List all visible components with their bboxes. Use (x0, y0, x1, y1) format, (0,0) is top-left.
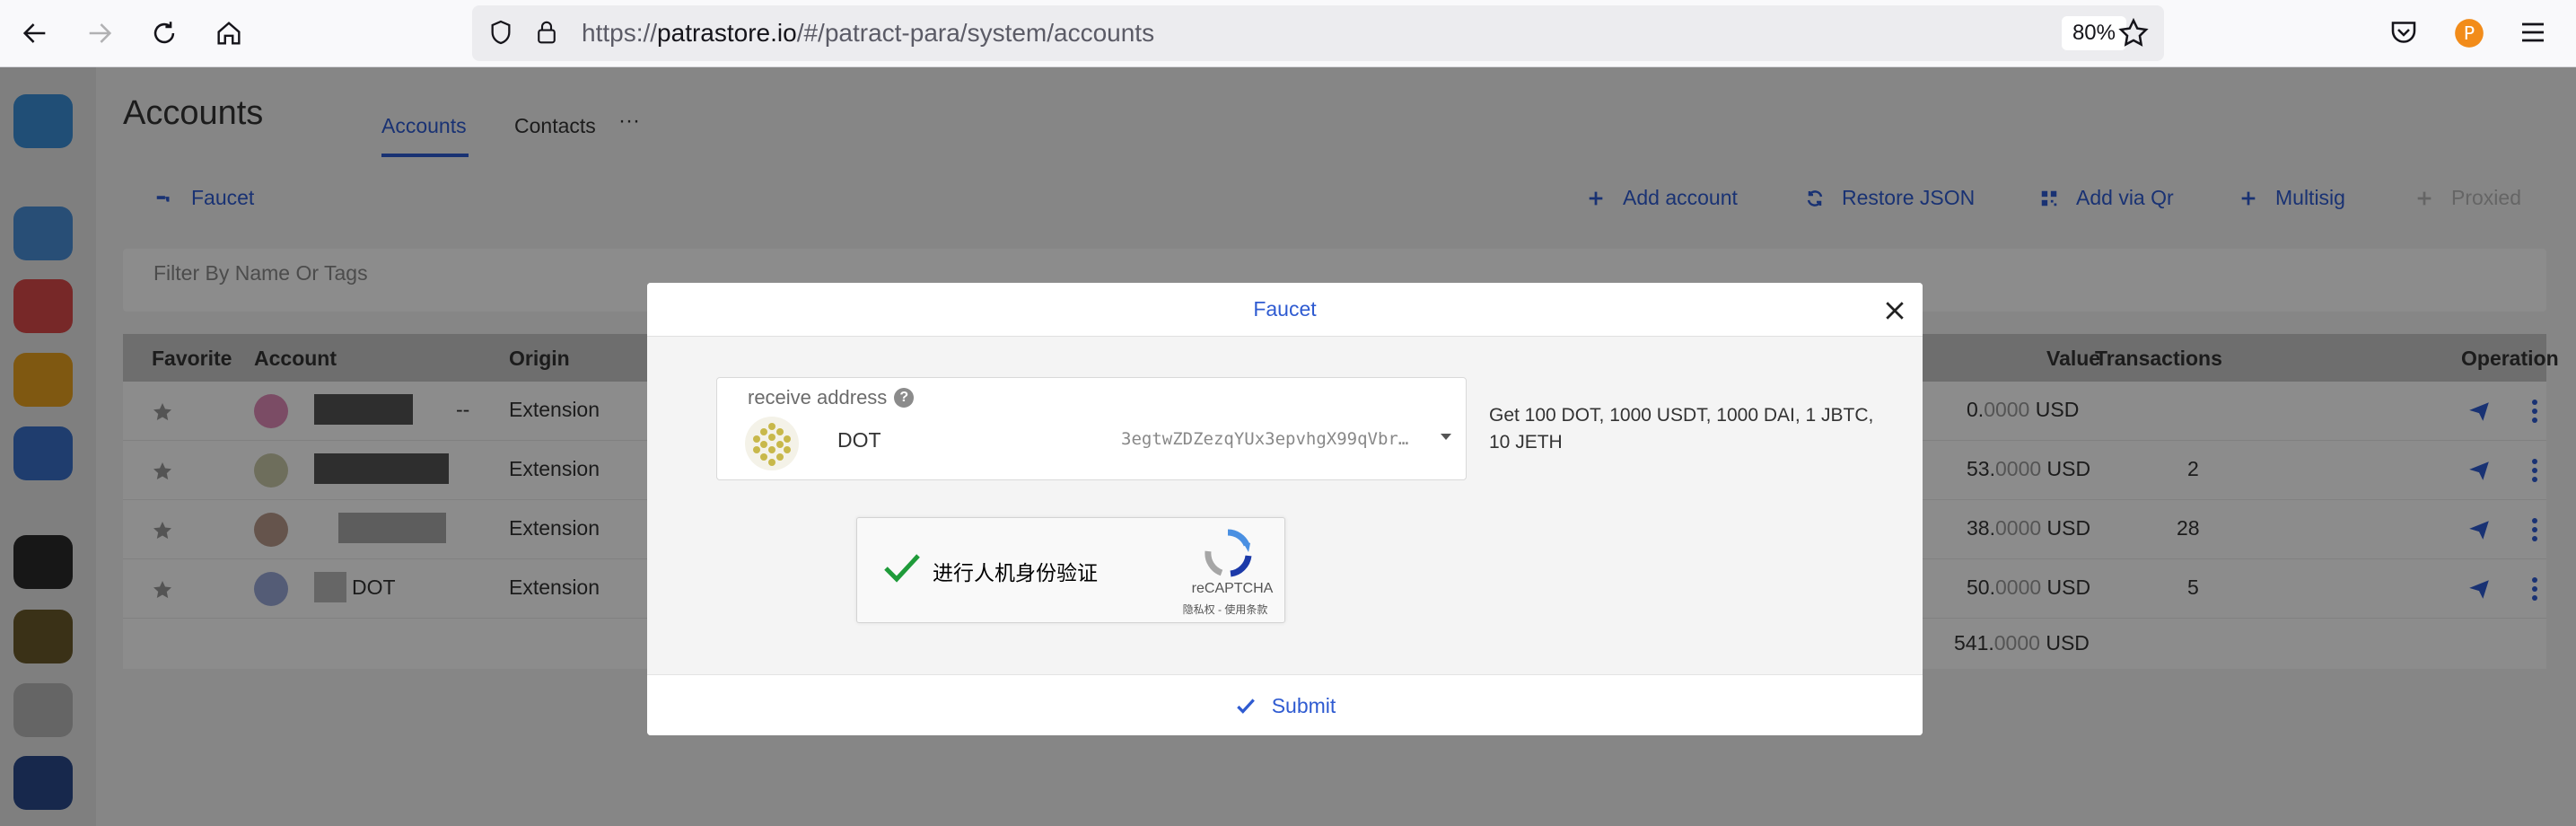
forward-arrow-icon (89, 23, 112, 43)
menu-icon[interactable] (2517, 16, 2549, 48)
account-address: 3egtwZDZezqYUx3epvhgX99qVbr… (1121, 429, 1409, 449)
modal-footer: Submit (647, 674, 1923, 735)
back-button[interactable] (14, 13, 56, 54)
star-icon[interactable] (2116, 16, 2151, 50)
home-button[interactable] (208, 13, 250, 54)
forward-button[interactable] (79, 13, 120, 54)
lock-icon[interactable] (533, 18, 560, 47)
reload-icon (153, 22, 175, 44)
shield-icon[interactable] (486, 18, 515, 47)
modal-title: Faucet (1253, 297, 1317, 321)
captcha-terms-link[interactable]: 隐私权 - 使用条款 (1171, 602, 1279, 617)
identicon-icon (745, 417, 799, 470)
pocket-icon[interactable] (2388, 16, 2420, 48)
address-bar[interactable]: https://patrastore.io/#/patract-para/sys… (472, 5, 2164, 61)
url-text[interactable]: https://patrastore.io/#/patract-para/sys… (582, 19, 1154, 48)
reload-button[interactable] (144, 13, 185, 54)
browser-toolbar: https://patrastore.io/#/patract-para/sys… (0, 0, 2576, 67)
submit-button[interactable]: Submit (647, 675, 1923, 735)
receive-address-dropdown[interactable]: receive address ? DOT 3egtwZDZezqYUx3epv… (716, 377, 1467, 480)
caret-down-icon[interactable] (1441, 434, 1451, 440)
recaptcha-icon (1205, 529, 1252, 577)
captcha-label: 进行人机身份验证 (933, 561, 1098, 584)
checkmark-icon (1236, 699, 1255, 714)
account-name: DOT (837, 428, 881, 452)
captcha-brand: reCAPTCHA (1191, 581, 1274, 596)
receive-address-label: receive address ? (748, 386, 915, 409)
svg-text:P: P (2464, 22, 2475, 44)
home-icon (217, 22, 241, 45)
close-icon[interactable] (1881, 297, 1908, 324)
submit-label: Submit (1271, 693, 1336, 717)
faucet-modal: Faucet receive address ? DOT 3egtwZDZezq… (647, 283, 1923, 735)
help-icon[interactable]: ? (894, 388, 915, 408)
back-arrow-icon (22, 23, 46, 43)
checkmark-icon[interactable] (881, 545, 924, 588)
modal-header: Faucet (647, 283, 1923, 337)
recaptcha-widget[interactable]: 进行人机身份验证 reCAPTCHA 隐私权 - 使用条款 (856, 517, 1285, 623)
profile-icon[interactable]: P (2452, 16, 2486, 50)
faucet-description: Get 100 DOT, 1000 USDT, 1000 DAI, 1 JBTC… (1489, 405, 1874, 453)
